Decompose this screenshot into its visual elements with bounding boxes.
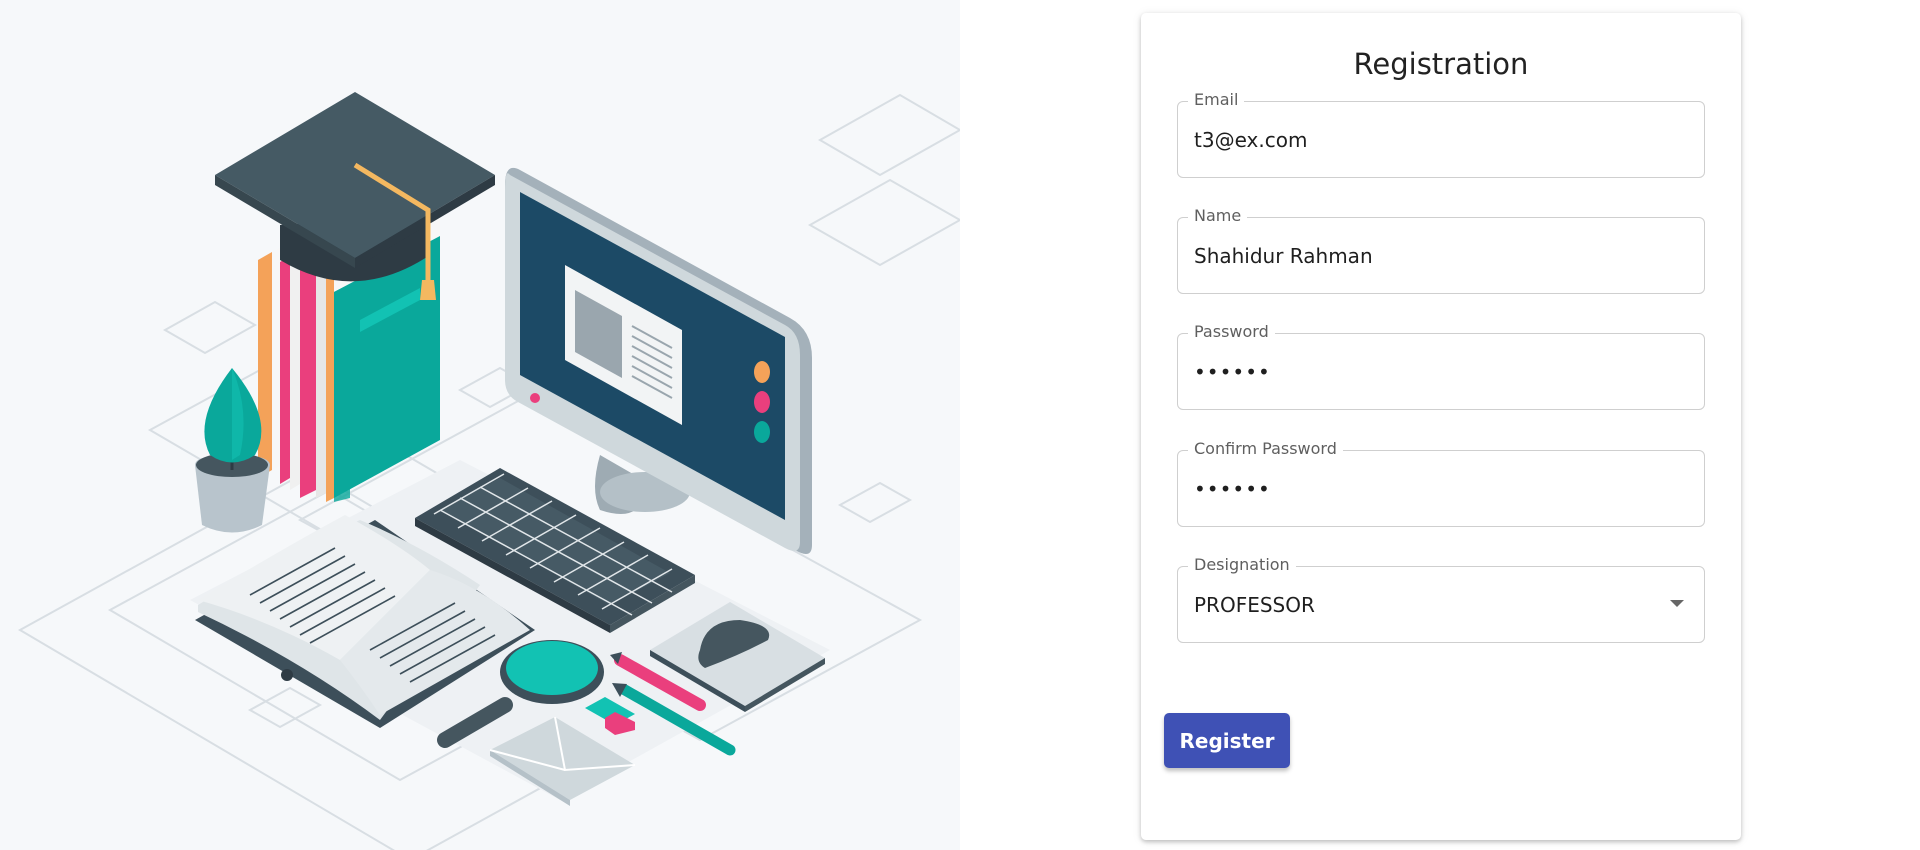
illustration-svg [17, 92, 960, 850]
designation-label: Designation [1188, 555, 1296, 575]
confirm-password-value[interactable]: •••••• [1194, 475, 1688, 503]
register-button[interactable]: Register [1164, 713, 1290, 768]
designation-value[interactable]: PROFESSOR [1194, 591, 1688, 619]
graduation-cap-icon [215, 92, 495, 300]
registration-card: Registration Email t3@ex.com Name Shahid… [1141, 13, 1741, 840]
email-value[interactable]: t3@ex.com [1194, 126, 1688, 154]
password-label: Password [1188, 322, 1275, 342]
password-field[interactable]: Password •••••• [1177, 322, 1705, 410]
name-value[interactable]: Shahidur Rahman [1194, 242, 1688, 270]
password-value[interactable]: •••••• [1194, 358, 1688, 386]
email-field[interactable]: Email t3@ex.com [1177, 90, 1705, 178]
designation-select[interactable]: Designation PROFESSOR [1177, 555, 1705, 643]
education-illustration [0, 0, 960, 850]
form-title: Registration [1353, 47, 1529, 81]
name-field[interactable]: Name Shahidur Rahman [1177, 206, 1705, 294]
confirm-password-label: Confirm Password [1188, 439, 1343, 459]
confirm-password-field[interactable]: Confirm Password •••••• [1177, 439, 1705, 527]
email-label: Email [1188, 90, 1245, 110]
name-label: Name [1188, 206, 1248, 226]
chevron-down-icon[interactable] [1670, 600, 1684, 607]
